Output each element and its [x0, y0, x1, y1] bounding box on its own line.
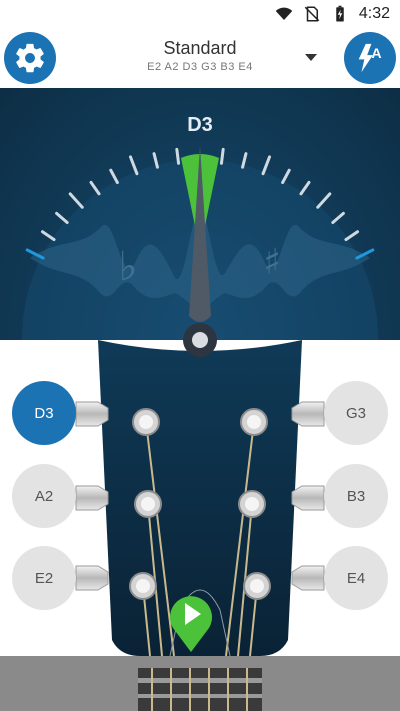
tuning-name: Standard: [163, 38, 237, 58]
wifi-icon: [275, 7, 293, 20]
svg-text:A: A: [371, 46, 381, 62]
gear-icon: [16, 43, 44, 73]
dial-tick: [175, 147, 181, 165]
auto-mode-bolt-icon: A: [358, 43, 382, 73]
dial-tick: [316, 192, 332, 209]
dial-tick: [40, 230, 56, 242]
string-label: G3: [345, 404, 366, 422]
dial-tick: [152, 152, 159, 169]
dial-tick: [109, 168, 119, 185]
dial-tick: [219, 147, 225, 165]
string-label: A2: [34, 487, 54, 505]
string-button-e2[interactable]: E2: [12, 546, 76, 610]
dial-tick: [261, 155, 272, 176]
dial-tick: [331, 211, 345, 225]
auto-mode-button[interactable]: A: [344, 32, 396, 84]
string-label: E2: [34, 569, 54, 587]
string-button-e4[interactable]: E4: [324, 546, 388, 610]
string-button-g3[interactable]: G3: [324, 381, 388, 445]
sharp-symbol: ♯: [263, 242, 280, 283]
string-label: E4: [346, 569, 366, 587]
string-button-d3[interactable]: D3: [12, 381, 76, 445]
string-button-b3[interactable]: B3: [324, 464, 388, 528]
flat-symbol: ♭: [119, 244, 138, 290]
chevron-down-icon[interactable]: [305, 54, 317, 61]
dial-tick: [281, 168, 291, 185]
battery-charging-icon: [336, 5, 344, 22]
string-label: B3: [346, 487, 366, 505]
fretboard: [138, 668, 262, 711]
dial-tick: [128, 155, 139, 176]
tuning-notes: E2 A2 D3 G3 B3 E4: [147, 61, 253, 73]
dial-tick: [89, 180, 101, 196]
status-bar: 4:32: [0, 0, 400, 28]
clock: 4:32: [358, 5, 390, 22]
dial-tick: [68, 192, 84, 209]
dial-tick: [241, 152, 248, 169]
string-label: D3: [34, 404, 54, 422]
top-toolbar: Standard E2 A2 D3 G3 B3 E4 A: [0, 28, 400, 88]
tuning-meter: ♭ ♯ D3: [0, 88, 400, 340]
tuning-selector[interactable]: Standard E2 A2 D3 G3 B3 E4: [120, 38, 280, 73]
settings-button[interactable]: [4, 32, 56, 84]
string-button-a2[interactable]: A2: [12, 464, 76, 528]
dial-tick: [299, 180, 311, 196]
detected-note: D3: [187, 114, 213, 136]
no-sim-icon: [304, 6, 320, 22]
dial-tick: [55, 211, 69, 225]
play-button[interactable]: [167, 590, 215, 652]
dial-tick: [344, 230, 360, 242]
